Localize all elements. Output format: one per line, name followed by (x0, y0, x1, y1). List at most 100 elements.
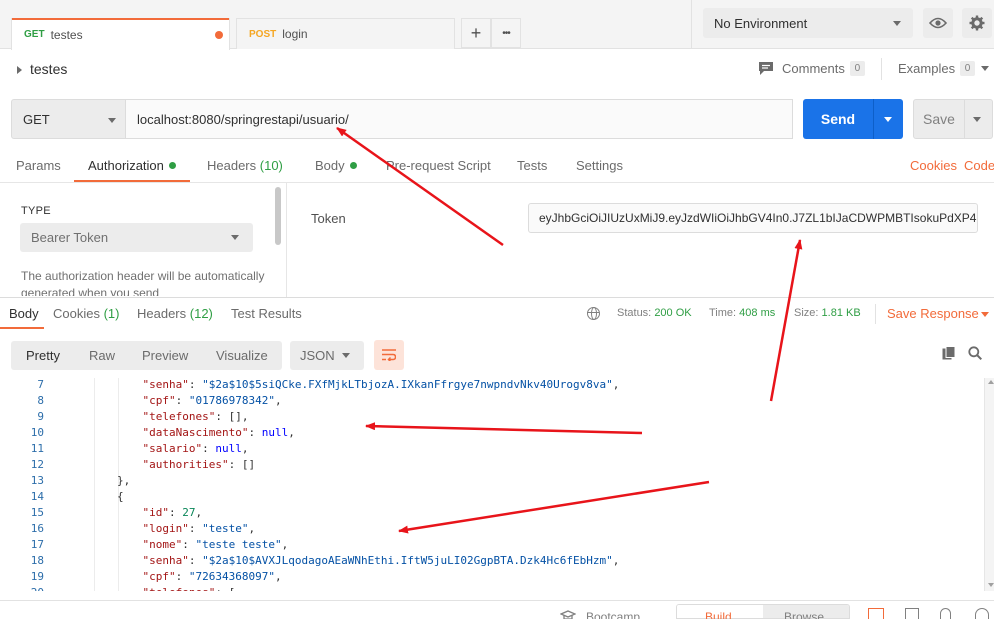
gear-icon (969, 15, 985, 31)
chevron-down-icon (108, 118, 116, 123)
status-value[interactable]: 200 OK (654, 307, 691, 319)
code-link[interactable]: Code (964, 158, 994, 173)
help-icon[interactable] (975, 608, 989, 619)
build-label[interactable]: Build (705, 610, 732, 619)
tab-login[interactable]: POST login (236, 18, 455, 49)
examples-button[interactable]: Examples 0 (898, 61, 990, 76)
bootcamp-icon[interactable] (560, 610, 576, 619)
token-value: eyJhbGciOiJIUzUxMiJ9.eyJzdWIiOiJhbGV4In0… (539, 211, 978, 225)
new-tab-button[interactable]: + (461, 18, 491, 48)
time-value[interactable]: 408 ms (739, 307, 775, 319)
response-tab-body[interactable]: Body (9, 306, 39, 321)
editor-scrollbar[interactable] (984, 378, 994, 591)
tab-headers[interactable]: Headers (10) (207, 158, 283, 173)
tabbar-divider (691, 0, 692, 49)
format-toggle-group: Pretty Raw Preview Visualize (11, 341, 282, 370)
line-number: 19 (30, 570, 44, 583)
auth-type-value: Bearer Token (31, 230, 109, 245)
scroll-down-icon[interactable] (988, 583, 994, 587)
wrap-lines-button[interactable] (374, 340, 404, 370)
tab-params[interactable]: Params (16, 158, 61, 173)
line-number: 16 (30, 522, 44, 535)
tab-body[interactable]: Body (315, 158, 357, 173)
save-options-chevron-icon[interactable] (973, 117, 981, 122)
json-key: "senha" (142, 554, 189, 567)
tab-authorization-label: Authorization (88, 158, 164, 173)
language-select[interactable]: JSON (290, 341, 364, 370)
globe-icon[interactable] (587, 307, 600, 320)
tab-authorization[interactable]: Authorization (88, 158, 176, 173)
code-text: "authorities": [] (143, 458, 256, 471)
code-line: 10 "dataNascimento": null, (0, 426, 994, 442)
response-tab-underline (0, 327, 44, 329)
environment-value: No Environment (714, 15, 808, 31)
time-label: Time: (709, 307, 737, 319)
console-icon[interactable] (940, 608, 951, 619)
code-line: 11 "salario": null, (0, 442, 994, 458)
json-punctuation: , (248, 522, 256, 535)
json-string: "teste teste" (195, 538, 282, 551)
auth-panel-scrollbar[interactable] (275, 187, 281, 245)
tab-settings[interactable]: Settings (576, 158, 623, 173)
tab-method: POST (249, 28, 277, 40)
line-number: 9 (37, 410, 44, 423)
response-body-editor[interactable]: 7 "senha": "$2a$10$5siQCke.FXfMjkLTbjozA.… (0, 378, 994, 591)
format-raw[interactable]: Raw (89, 341, 115, 370)
json-punctuation: { (117, 490, 124, 503)
format-preview[interactable]: Preview (142, 341, 188, 370)
save-response-button[interactable]: Save Response (887, 306, 979, 321)
comments-button[interactable]: Comments 0 (758, 61, 865, 76)
code-text: "cpf": "72634368097", (143, 570, 282, 583)
tab-tests[interactable]: Tests (517, 158, 547, 173)
size-value[interactable]: 1.81 KB (822, 307, 861, 319)
tab-testes[interactable]: GET testes (11, 18, 230, 50)
method-select[interactable]: GET (11, 99, 126, 139)
format-visualize[interactable]: Visualize (216, 341, 268, 370)
url-input[interactable]: localhost:8080/springrestapi/usuario/ (126, 99, 793, 139)
json-punctuation: , (274, 394, 282, 407)
json-key: "telefones" (142, 410, 216, 423)
line-number: 17 (30, 538, 44, 551)
response-tab-test-results[interactable]: Test Results (231, 306, 302, 321)
active-dot-icon (349, 162, 357, 169)
save-response-label: Save Response (887, 306, 979, 321)
response-tab-headers[interactable]: Headers (12) (137, 306, 213, 321)
response-cookies-label: Cookies (53, 306, 100, 321)
json-string: "01786978342" (188, 394, 275, 407)
tab-pre-request-script[interactable]: Pre-request Script (386, 158, 491, 173)
cookies-link[interactable]: Cookies (910, 158, 957, 173)
save-button[interactable]: Save (913, 99, 993, 139)
status-label: Status: (617, 307, 652, 319)
tab-options-button[interactable]: ••• (491, 18, 521, 48)
caret-right-icon[interactable] (17, 66, 22, 74)
chevron-down-icon (342, 353, 350, 358)
send-options-chevron-icon[interactable] (884, 117, 892, 122)
scroll-up-icon[interactable] (988, 380, 994, 384)
title-divider (881, 58, 882, 80)
annotation-arrow-url (336, 126, 504, 247)
search-icon[interactable] (968, 346, 982, 360)
code-line: 17 "nome": "teste teste", (0, 538, 994, 554)
auth-type-select[interactable]: Bearer Token (20, 223, 253, 252)
bootcamp-button[interactable]: Bootcamp (586, 610, 640, 619)
json-punctuation: , (195, 506, 203, 519)
browse-label[interactable]: Browse (784, 610, 824, 619)
manage-environments-button[interactable] (962, 8, 992, 38)
response-divider[interactable] (0, 297, 994, 298)
code-text: "login": "teste", (143, 522, 256, 535)
copy-icon[interactable] (942, 346, 956, 360)
environment-select[interactable]: No Environment (703, 8, 913, 38)
chevron-down-icon (893, 21, 901, 26)
json-punctuation: : (248, 426, 262, 439)
environment-quick-look-button[interactable] (923, 8, 953, 38)
token-input[interactable]: eyJhbGciOiJIUzUxMiJ9.eyJzdWIiOiJhbGV4In0… (528, 203, 978, 233)
response-headers-label: Headers (137, 306, 187, 321)
comments-count: 0 (849, 61, 865, 76)
save-response-chevron-icon[interactable] (981, 312, 989, 317)
response-tab-cookies[interactable]: Cookies (1) (53, 306, 119, 321)
format-pretty[interactable]: Pretty (26, 341, 60, 370)
send-button[interactable]: Send (803, 99, 903, 139)
two-pane-view-icon[interactable] (868, 608, 884, 619)
request-title[interactable]: testes (30, 61, 67, 77)
keyboard-shortcuts-icon[interactable] (905, 608, 919, 619)
